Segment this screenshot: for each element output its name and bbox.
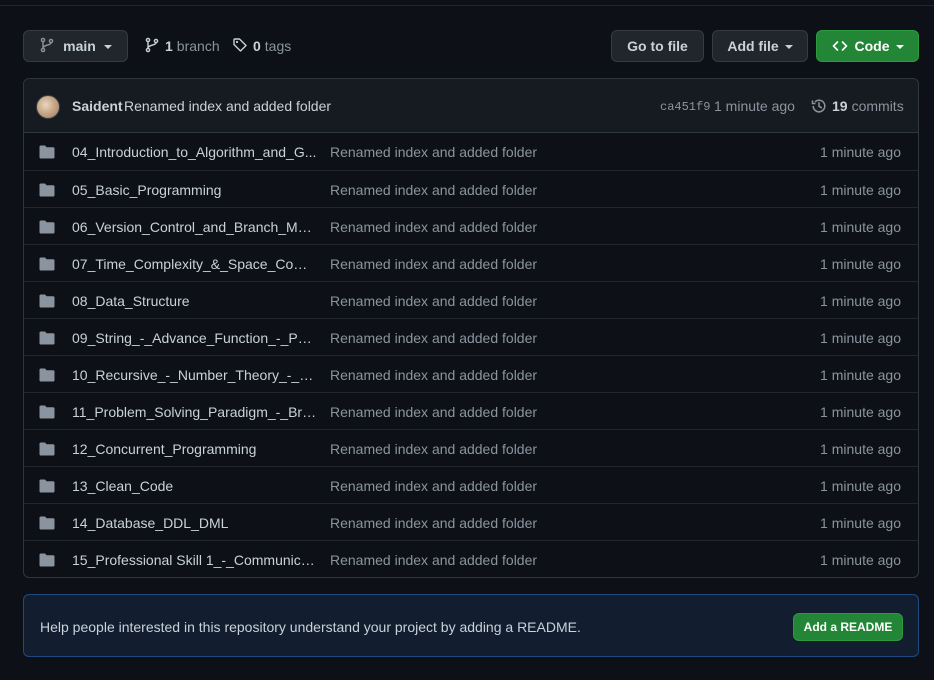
file-name-link[interactable]: 04_Introduction_to_Algorithm_and_G...: [72, 144, 317, 160]
tag-count: 0: [253, 38, 261, 54]
file-commit-message[interactable]: Renamed index and added folder: [330, 367, 537, 383]
repo-toolbar: main 1 branch 0 tags Go to file Add file…: [23, 30, 919, 62]
branches-link[interactable]: 1 branch: [144, 30, 220, 62]
file-name-link[interactable]: 08_Data_Structure: [72, 293, 317, 309]
chevron-down-icon: [895, 45, 904, 49]
code-label: Code: [854, 38, 890, 54]
file-commit-message[interactable]: Renamed index and added folder: [330, 219, 537, 235]
code-icon: [832, 38, 848, 54]
file-name-link[interactable]: 06_Version_Control_and_Branch_Man...: [72, 219, 317, 235]
table-row[interactable]: 09_String_-_Advance_Function_-_Poin... Re…: [24, 318, 918, 355]
branch-selector-button[interactable]: main: [23, 30, 128, 62]
table-row[interactable]: 14_Database_DDL_DML Renamed index and add…: [24, 503, 918, 540]
file-list: 04_Introduction_to_Algorithm_and_G... Ren…: [24, 133, 918, 577]
file-commit-time: 1 minute ago: [820, 256, 901, 272]
file-name-link[interactable]: 13_Clean_Code: [72, 478, 317, 494]
table-row[interactable]: 08_Data_Structure Renamed index and added…: [24, 281, 918, 318]
branch-count: 1: [165, 38, 173, 54]
table-row[interactable]: 12_Concurrent_Programming Renamed index a…: [24, 429, 918, 466]
file-commit-time: 1 minute ago: [820, 552, 901, 568]
add-readme-button[interactable]: Add a README: [793, 613, 903, 641]
folder-icon: [39, 442, 55, 459]
commit-time: 1 minute ago: [714, 98, 795, 114]
commit-count: 19: [832, 98, 848, 114]
table-row[interactable]: 15_Professional Skill 1_-_Communica... Re…: [24, 540, 918, 577]
avatar[interactable]: [36, 95, 60, 119]
file-commit-message[interactable]: Renamed index and added folder: [330, 256, 537, 272]
file-browser: Saident Renamed index and added folder c…: [23, 78, 919, 578]
file-name-link[interactable]: 11_Problem_Solving_Paradigm_-_Brut...: [72, 404, 317, 420]
folder-icon: [39, 257, 55, 274]
git-branch-icon: [39, 37, 55, 56]
folder-icon: [39, 368, 55, 385]
file-name-link[interactable]: 10_Recursive_-_Number_Theory_-_So...: [72, 367, 317, 383]
tag-label: tags: [264, 38, 292, 54]
file-commit-message[interactable]: Renamed index and added folder: [330, 330, 537, 346]
folder-icon: [39, 405, 55, 422]
file-commit-time: 1 minute ago: [820, 367, 901, 383]
file-commit-message[interactable]: Renamed index and added folder: [330, 552, 537, 568]
branch-name: main: [63, 38, 96, 54]
commit-message[interactable]: Renamed index and added folder: [124, 98, 331, 114]
table-row[interactable]: 13_Clean_Code Renamed index and added fol…: [24, 466, 918, 503]
table-row[interactable]: 10_Recursive_-_Number_Theory_-_So... Rena…: [24, 355, 918, 392]
file-commit-message[interactable]: Renamed index and added folder: [330, 144, 537, 160]
tags-link[interactable]: 0 tags: [232, 30, 291, 62]
code-button[interactable]: Code: [816, 30, 919, 62]
folder-icon: [39, 516, 55, 533]
file-name-link[interactable]: 14_Database_DDL_DML: [72, 515, 317, 531]
add-file-label: Add file: [727, 38, 779, 54]
folder-icon: [39, 479, 55, 496]
latest-commit-header: Saident Renamed index and added folder c…: [24, 79, 918, 133]
commits-history-link[interactable]: 19 commits: [811, 98, 904, 114]
go-to-file-button[interactable]: Go to file: [611, 30, 704, 62]
file-commit-message[interactable]: Renamed index and added folder: [330, 441, 537, 457]
file-name-link[interactable]: 09_String_-_Advance_Function_-_Poin...: [72, 330, 317, 346]
file-commit-message[interactable]: Renamed index and added folder: [330, 515, 537, 531]
readme-banner-text: Help people interested in this repositor…: [40, 619, 581, 635]
file-name-link[interactable]: 07_Time_Complexity_&_Space_Comp...: [72, 256, 317, 272]
folder-icon: [39, 145, 55, 162]
file-commit-message[interactable]: Renamed index and added folder: [330, 182, 537, 198]
file-commit-time: 1 minute ago: [820, 219, 901, 235]
tag-icon: [232, 37, 253, 56]
chevron-down-icon: [103, 45, 112, 49]
file-commit-time: 1 minute ago: [820, 182, 901, 198]
file-commit-message[interactable]: Renamed index and added folder: [330, 293, 537, 309]
file-name-link[interactable]: 12_Concurrent_Programming: [72, 441, 317, 457]
readme-banner: Help people interested in this repositor…: [23, 594, 919, 657]
folder-icon: [39, 553, 55, 570]
history-icon: [811, 98, 832, 114]
add-file-button[interactable]: Add file: [712, 30, 808, 62]
folder-icon: [39, 331, 55, 348]
folder-icon: [39, 183, 55, 200]
git-branch-icon: [144, 37, 165, 56]
file-commit-message[interactable]: Renamed index and added folder: [330, 478, 537, 494]
file-commit-time: 1 minute ago: [820, 441, 901, 457]
file-name-link[interactable]: 15_Professional Skill 1_-_Communica...: [72, 552, 317, 568]
table-row[interactable]: 11_Problem_Solving_Paradigm_-_Brut... Ren…: [24, 392, 918, 429]
file-name-link[interactable]: 05_Basic_Programming: [72, 182, 317, 198]
file-commit-time: 1 minute ago: [820, 293, 901, 309]
table-row[interactable]: 07_Time_Complexity_&_Space_Comp... Rename…: [24, 244, 918, 281]
file-commit-time: 1 minute ago: [820, 144, 901, 160]
branch-label: branch: [176, 38, 220, 54]
commit-label: commits: [851, 98, 904, 114]
table-row[interactable]: 06_Version_Control_and_Branch_Man... Rena…: [24, 207, 918, 244]
commit-author[interactable]: Saident: [72, 98, 123, 114]
file-commit-time: 1 minute ago: [820, 478, 901, 494]
table-row[interactable]: 05_Basic_Programming Renamed index and ad…: [24, 170, 918, 207]
folder-icon: [39, 294, 55, 311]
file-commit-time: 1 minute ago: [820, 404, 901, 420]
commit-sha[interactable]: ca451f9: [660, 100, 710, 114]
file-commit-time: 1 minute ago: [820, 515, 901, 531]
file-commit-message[interactable]: Renamed index and added folder: [330, 404, 537, 420]
top-divider: [0, 5, 934, 6]
file-commit-time: 1 minute ago: [820, 330, 901, 346]
table-row[interactable]: 04_Introduction_to_Algorithm_and_G... Ren…: [24, 133, 918, 170]
chevron-down-icon: [784, 45, 793, 49]
folder-icon: [39, 220, 55, 237]
